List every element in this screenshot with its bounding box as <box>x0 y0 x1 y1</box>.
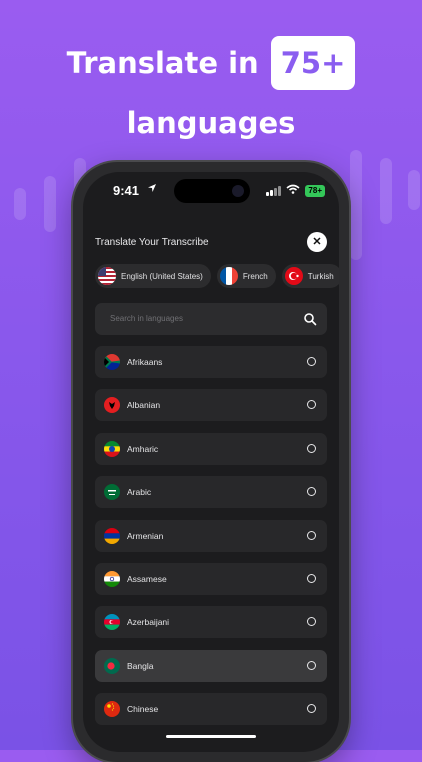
search-icon[interactable] <box>303 312 317 326</box>
language-item-assamese[interactable]: Assamese <box>95 562 327 595</box>
language-name: Amharic <box>127 443 159 454</box>
language-list: Afrikaans Albanian Amharic Arabic Armeni… <box>95 346 327 737</box>
signal-icon <box>266 185 282 196</box>
headline-subtext: languages <box>126 106 296 140</box>
radio-button[interactable] <box>307 530 316 540</box>
cn-flag-icon <box>104 701 120 718</box>
language-name: Arabic <box>127 487 152 498</box>
close-icon: ✕ <box>312 236 322 248</box>
close-button[interactable]: ✕ <box>307 232 327 252</box>
et-flag-icon <box>104 440 120 457</box>
sheet-title: Translate Your Transcribe <box>95 237 209 248</box>
language-name: Armenian <box>127 530 164 541</box>
language-name: Assamese <box>127 573 167 584</box>
selected-languages: English (United States) French Turkish <box>95 264 339 288</box>
chip-english[interactable]: English (United States) <box>95 264 211 288</box>
chip-french[interactable]: French <box>216 264 276 288</box>
headline-text: Translate in <box>66 46 259 80</box>
language-name: Chinese <box>127 704 159 715</box>
us-flag-icon <box>98 267 116 285</box>
language-item-arabic[interactable]: Arabic <box>95 476 327 509</box>
tr-flag-icon <box>284 267 303 285</box>
chip-turkish[interactable]: Turkish <box>281 264 339 288</box>
chip-label: French <box>242 271 268 281</box>
language-name: Bangla <box>127 660 154 671</box>
status-icons: 78+ <box>266 184 325 197</box>
fr-flag-icon <box>219 267 238 285</box>
language-item-amharic[interactable]: Amharic <box>95 432 327 465</box>
sa-flag-icon <box>104 484 120 501</box>
am-flag-icon <box>104 527 120 544</box>
radio-button[interactable] <box>307 357 316 366</box>
language-item-azerbaijani[interactable]: Azerbaijani <box>95 606 327 639</box>
search-input[interactable]: Search in languages <box>95 303 327 335</box>
radio-button[interactable] <box>307 487 316 497</box>
search-placeholder: Search in languages <box>110 314 183 323</box>
al-flag-icon <box>104 397 120 414</box>
language-item-armenian[interactable]: Armenian <box>95 519 327 552</box>
dynamic-island <box>174 179 250 203</box>
radio-button[interactable] <box>307 704 316 714</box>
radio-button[interactable] <box>307 660 316 670</box>
radio-button[interactable] <box>307 573 316 583</box>
language-name: Azerbaijani <box>127 617 170 628</box>
radio-button[interactable] <box>307 617 316 627</box>
chip-label: Turkish <box>307 271 334 281</box>
language-name: Albanian <box>127 400 161 411</box>
language-item-afrikaans[interactable]: Afrikaans <box>95 346 327 378</box>
radio-button[interactable] <box>307 443 316 453</box>
status-time: 9:41 <box>113 183 140 198</box>
radio-button[interactable] <box>307 400 316 410</box>
battery-indicator: 78+ <box>305 184 325 197</box>
wifi-icon <box>286 184 300 197</box>
chip-label: English (United States) <box>121 271 203 281</box>
phone-screen: 9:41 78+ Translate Your Transcribe ✕ Eng… <box>83 172 339 752</box>
language-item-bangla[interactable]: Bangla <box>95 649 327 682</box>
phone-frame: 9:41 78+ Translate Your Transcribe ✕ Eng… <box>73 162 349 762</box>
language-count-badge: 75+ <box>270 36 356 90</box>
in-flag-icon <box>104 570 120 587</box>
bd-flag-icon <box>104 657 120 674</box>
language-item-albanian[interactable]: Albanian <box>95 389 327 422</box>
location-arrow-icon <box>147 183 157 196</box>
az-flag-icon <box>104 614 120 631</box>
home-indicator[interactable] <box>166 735 256 738</box>
za-flag-icon <box>104 354 120 370</box>
language-item-chinese[interactable]: Chinese <box>95 693 327 726</box>
headline: Translate in 75+ <box>0 36 422 90</box>
language-name: Afrikaans <box>127 357 163 367</box>
